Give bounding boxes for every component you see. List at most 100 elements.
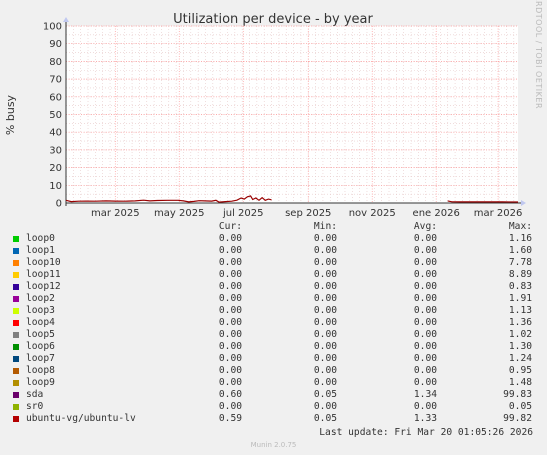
legend-avg: 0.00 <box>413 257 437 268</box>
legend-max: 0.05 <box>508 401 532 412</box>
legend-max: 1.91 <box>508 293 532 304</box>
legend-cur: 0.00 <box>218 353 242 364</box>
chart-title: Utilization per device - by year <box>173 12 373 27</box>
legend-row: loop5 0.00 0.00 0.00 1.02 <box>12 329 540 341</box>
legend-min: 0.00 <box>313 245 337 256</box>
legend-name: loop10 <box>26 257 61 268</box>
legend-swatch <box>13 284 19 290</box>
legend-swatch <box>13 380 19 386</box>
legend-row: loop1 0.00 0.00 0.00 1.60 <box>12 245 540 257</box>
y-tick-label: 0 <box>56 199 62 210</box>
legend-row: loop8 0.00 0.00 0.00 0.95 <box>12 365 540 377</box>
legend-cur: 0.00 <box>218 257 242 268</box>
y-tick-label: 90 <box>49 39 62 50</box>
legend-swatch <box>13 272 19 278</box>
x-tick-label: mar 2026 <box>474 208 523 219</box>
munin-version: Munin 2.0.75 <box>250 441 297 449</box>
legend-swatch <box>13 344 19 350</box>
legend-max: 99.82 <box>503 413 532 424</box>
legend-swatch <box>13 356 19 362</box>
legend-cur: 0.00 <box>218 317 242 328</box>
legend-min: 0.00 <box>313 305 337 316</box>
legend-max: 1.30 <box>508 341 532 352</box>
legend-name: loop0 <box>26 233 55 244</box>
legend-min: 0.00 <box>313 317 337 328</box>
legend-table: Cur: Min: Avg: Max: loop0 0.00 0.00 0.00 1.1… <box>12 221 540 425</box>
legend-max: 1.60 <box>508 245 532 256</box>
legend-cur: 0.00 <box>218 401 242 412</box>
legend-min: 0.00 <box>313 269 337 280</box>
legend-swatch <box>13 260 19 266</box>
legend-cur: 0.00 <box>218 293 242 304</box>
legend-swatch <box>13 404 19 410</box>
legend-row: loop4 0.00 0.00 0.00 1.36 <box>12 317 540 329</box>
min-header: Min: <box>313 221 337 232</box>
legend-swatch <box>13 392 19 398</box>
legend-min: 0.05 <box>313 413 337 424</box>
legend-row: loop9 0.00 0.00 0.00 1.48 <box>12 377 540 389</box>
legend-swatch <box>13 308 19 314</box>
y-tick-label: 80 <box>49 57 62 68</box>
x-tick-label: may 2025 <box>154 208 204 219</box>
legend-row: loop11 0.00 0.00 0.00 8.89 <box>12 269 540 281</box>
y-tick-label: 20 <box>49 163 62 174</box>
legend-max: 8.89 <box>508 269 532 280</box>
x-tick-label: sep 2025 <box>285 208 331 219</box>
legend-swatch <box>13 248 19 254</box>
legend-max: 1.13 <box>508 305 532 316</box>
legend-row: loop0 0.00 0.00 0.00 1.16 <box>12 233 540 245</box>
y-tick-label: 40 <box>49 128 62 139</box>
legend-max: 7.78 <box>508 257 532 268</box>
legend-swatch <box>13 368 19 374</box>
legend-name: loop11 <box>26 269 61 280</box>
y-tick-label: 10 <box>49 181 62 192</box>
legend-min: 0.00 <box>313 341 337 352</box>
legend-min: 0.00 <box>313 329 337 340</box>
cur-header: Cur: <box>218 221 242 232</box>
legend-max: 0.83 <box>508 281 532 292</box>
y-tick-label: 30 <box>49 145 62 156</box>
legend-cur: 0.00 <box>218 365 242 376</box>
legend-name: loop3 <box>26 305 55 316</box>
legend-cur: 0.00 <box>218 233 242 244</box>
legend-row: loop7 0.00 0.00 0.00 1.24 <box>12 353 540 365</box>
legend-max: 1.16 <box>508 233 532 244</box>
legend-row: loop6 0.00 0.00 0.00 1.30 <box>12 341 540 353</box>
legend-name: loop8 <box>26 365 55 376</box>
legend-min: 0.00 <box>313 353 337 364</box>
legend-avg: 0.00 <box>413 269 437 280</box>
legend-avg: 0.00 <box>413 329 437 340</box>
legend-row: loop10 0.00 0.00 0.00 7.78 <box>12 257 540 269</box>
legend-name: loop4 <box>26 317 55 328</box>
legend-min: 0.00 <box>313 281 337 292</box>
legend-row: sda 0.60 0.05 1.34 99.83 <box>12 389 540 401</box>
legend-avg: 0.00 <box>413 341 437 352</box>
legend-min: 0.00 <box>313 293 337 304</box>
x-tick-label: mar 2025 <box>91 208 140 219</box>
rrdtool-credit: RRDTOOL / TOBI OETIKER <box>534 0 543 109</box>
legend-min: 0.00 <box>313 257 337 268</box>
y-tick-label: 70 <box>49 75 62 86</box>
legend-row: loop3 0.00 0.00 0.00 1.13 <box>12 305 540 317</box>
legend-avg: 0.00 <box>413 401 437 412</box>
legend-avg: 0.00 <box>413 377 437 388</box>
legend-avg: 0.00 <box>413 365 437 376</box>
last-update: Last update: Fri Mar 20 01:05:26 2026 <box>319 427 533 438</box>
legend-row: loop12 0.00 0.00 0.00 0.83 <box>12 281 540 293</box>
legend-cur: 0.00 <box>218 329 242 340</box>
legend-min: 0.00 <box>313 377 337 388</box>
graph-area: Utilization per device - by year % busy … <box>4 0 543 219</box>
max-header: Max: <box>508 221 532 232</box>
legend-min: 0.00 <box>313 401 337 412</box>
legend-avg: 1.34 <box>413 389 437 400</box>
legend-header: Cur: Min: Avg: Max: <box>12 221 540 233</box>
legend-row: sr0 0.00 0.00 0.00 0.05 <box>12 401 540 413</box>
legend-max: 99.83 <box>503 389 532 400</box>
legend-name: loop12 <box>26 281 61 292</box>
legend-min: 0.05 <box>313 389 337 400</box>
y-tick-labels: 0 10 20 30 40 50 60 70 80 90 100 <box>43 22 62 210</box>
legend-avg: 0.00 <box>413 317 437 328</box>
legend-avg: 0.00 <box>413 305 437 316</box>
legend-max: 1.36 <box>508 317 532 328</box>
legend-avg: 0.00 <box>413 233 437 244</box>
